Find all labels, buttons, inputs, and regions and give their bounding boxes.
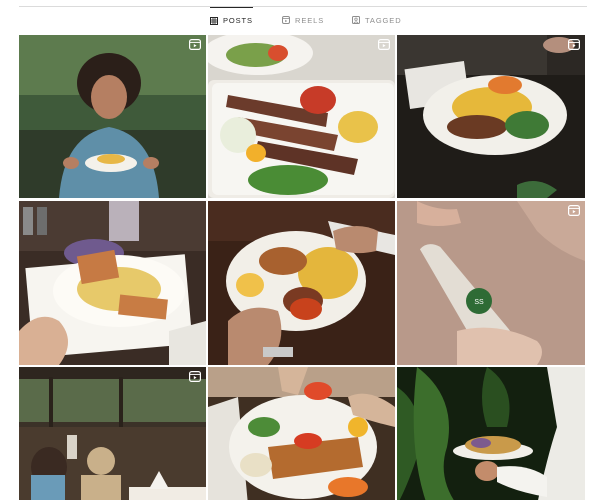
post-tile-mixed-grill-platter[interactable]: [208, 35, 395, 198]
reel-icon: [189, 39, 201, 50]
post-tile-grilled-fish-platter[interactable]: [208, 367, 395, 500]
tagged-icon: [352, 16, 360, 24]
reel-icon: [568, 205, 580, 216]
post-tile-man-with-pasta[interactable]: [19, 35, 206, 198]
tab-tagged-label: TAGGED: [365, 15, 402, 25]
post-photo: [397, 367, 585, 500]
tab-posts-label: POSTS: [223, 16, 253, 25]
post-photo: [208, 35, 395, 198]
bottle-logo-text: SS: [474, 299, 484, 306]
post-photo: [208, 201, 395, 365]
reel-icon: [568, 39, 580, 50]
reels-icon: [282, 16, 290, 24]
post-tile-bottle-pour[interactable]: SS: [397, 201, 585, 365]
reel-icon: [189, 371, 201, 382]
post-photo: [397, 35, 585, 198]
tab-tagged[interactable]: TAGGED: [352, 7, 402, 33]
post-photo: SS: [397, 201, 585, 365]
post-photo: [19, 367, 206, 500]
post-tile-pasta-toast-plate[interactable]: [19, 201, 206, 365]
post-tile-biryani-cutting[interactable]: [208, 201, 395, 365]
tab-posts[interactable]: POSTS: [210, 7, 253, 33]
post-tile-restaurant-interior[interactable]: [19, 367, 206, 500]
grid-icon: [210, 16, 218, 25]
post-photo: [19, 35, 206, 198]
posts-grid: SS: [19, 35, 585, 500]
profile-tabs: POSTS REELS TAGGED: [0, 7, 600, 33]
reel-icon: [378, 39, 390, 50]
tab-reels-label: REELS: [295, 15, 325, 25]
tab-reels[interactable]: REELS: [282, 7, 324, 33]
post-tile-rice-kebab-plate[interactable]: [397, 35, 585, 198]
post-tile-waiter-serving[interactable]: [397, 367, 585, 500]
post-photo: [208, 367, 395, 500]
post-photo: [19, 201, 206, 365]
